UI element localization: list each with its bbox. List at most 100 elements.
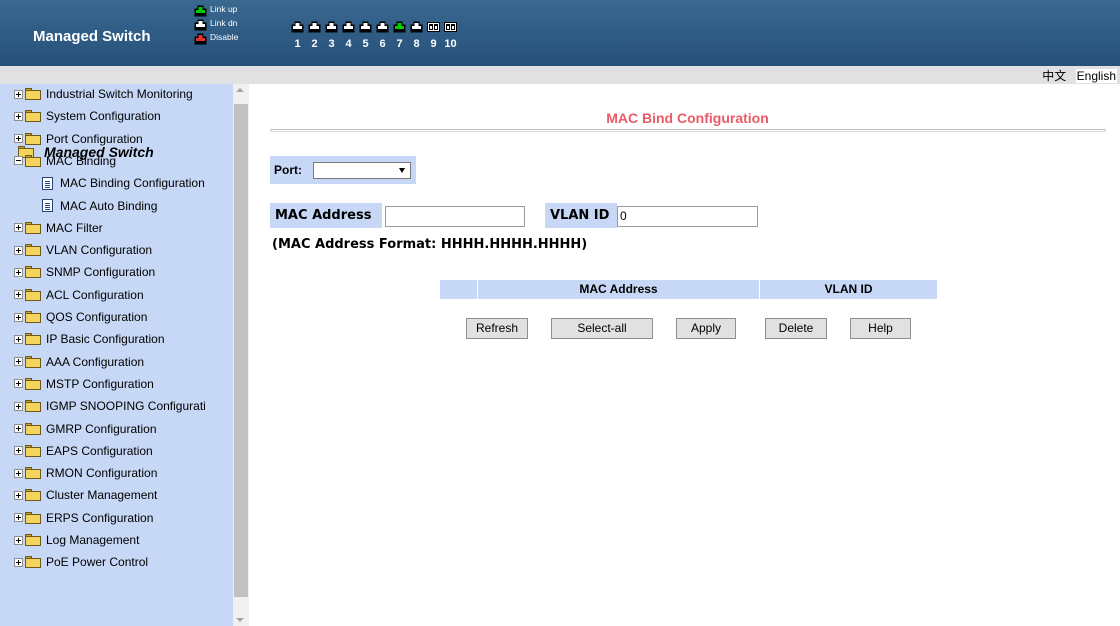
expand-icon[interactable]	[14, 379, 23, 389]
expand-icon[interactable]	[14, 490, 23, 500]
expand-icon[interactable]	[14, 401, 23, 411]
sidebar-item[interactable]: IP Basic Configuration	[14, 328, 165, 350]
port-6[interactable]: 6	[374, 20, 391, 50]
port-4[interactable]: 4	[340, 20, 357, 50]
table-header-vlan-id: VLAN ID	[824, 282, 873, 296]
sidebar-scrollbar[interactable]	[233, 84, 249, 626]
legend-link-dn: Link dn	[194, 16, 238, 30]
sidebar-item[interactable]: Industrial Switch Monitoring	[14, 84, 193, 105]
port-legend: Link up Link dn Disable	[194, 2, 238, 44]
port-1[interactable]: 1	[289, 20, 306, 50]
port-2[interactable]: 2	[306, 20, 323, 50]
select-all-button[interactable]: Select-all	[551, 318, 653, 339]
sidebar-item-label: Port Configuration	[46, 131, 143, 146]
port-select[interactable]	[313, 162, 411, 179]
sidebar-item[interactable]: SNMP Configuration	[14, 261, 155, 283]
port-link-up-icon	[194, 4, 207, 16]
folder-icon	[25, 534, 41, 546]
ethernet-port-icon	[342, 20, 355, 38]
expand-icon[interactable]	[14, 424, 23, 433]
language-english-link[interactable]: English	[1075, 69, 1117, 83]
sidebar-subitem[interactable]: MAC Binding Configuration	[38, 172, 205, 194]
mac-address-input[interactable]	[385, 206, 525, 227]
port-disabled-icon	[194, 32, 207, 44]
refresh-button[interactable]: Refresh	[466, 318, 528, 339]
sidebar-item[interactable]: EAPS Configuration	[14, 440, 153, 462]
sidebar-item-label: IP Basic Configuration	[46, 332, 165, 347]
ethernet-port-icon	[393, 20, 406, 38]
sidebar-item-label: AAA Configuration	[46, 354, 145, 369]
port-number-label: 7	[396, 38, 403, 50]
sidebar-item-label: ACL Configuration	[46, 287, 144, 302]
expand-icon[interactable]	[14, 357, 23, 367]
sidebar-item[interactable]: PoE Power Control	[14, 551, 148, 573]
expand-icon[interactable]	[14, 245, 23, 255]
port-10[interactable]: 10	[442, 20, 459, 50]
sidebar-item[interactable]: Cluster Management	[14, 484, 157, 506]
legend-link-up-label: Link up	[210, 4, 238, 14]
folder-icon	[25, 132, 41, 145]
port-number-label: 6	[379, 38, 386, 50]
collapse-icon[interactable]	[14, 156, 23, 166]
app-title: Managed Switch	[33, 28, 151, 45]
sidebar-item[interactable]: IGMP SNOOPING Configurati	[14, 395, 206, 417]
mac-address-label: MAC Address	[275, 208, 372, 223]
port-8[interactable]: 8	[408, 20, 425, 50]
page-title: MAC Bind Configuration	[606, 110, 769, 126]
sidebar-item[interactable]: AAA Configuration	[14, 351, 144, 373]
expand-icon[interactable]	[14, 267, 23, 277]
expand-icon[interactable]	[14, 334, 23, 344]
delete-button[interactable]: Delete	[765, 318, 827, 339]
port-number-label: 4	[345, 38, 352, 50]
legend-disable: Disable	[194, 30, 238, 44]
port-5[interactable]: 5	[357, 20, 374, 50]
sidebar-item[interactable]: GMRP Configuration	[14, 418, 157, 440]
expand-icon[interactable]	[14, 513, 23, 523]
mac-binding-table-header: MAC Address VLAN ID	[440, 280, 937, 299]
legend-link-dn-label: Link dn	[210, 18, 238, 28]
folder-icon	[25, 422, 41, 435]
sidebar-item[interactable]: MAC Binding	[14, 150, 116, 172]
language-chinese-link[interactable]: 中文	[1042, 69, 1066, 83]
vlan-id-input[interactable]: 0	[617, 206, 758, 227]
sidebar-item[interactable]: MAC Filter	[14, 217, 103, 239]
sidebar-item[interactable]: Log Management	[14, 529, 139, 551]
sidebar-item[interactable]: QOS Configuration	[14, 306, 147, 328]
sidebar-item-label: MAC Binding	[46, 153, 117, 168]
apply-button[interactable]: Apply	[676, 318, 736, 339]
folder-icon	[25, 288, 41, 301]
sidebar-item[interactable]: MSTP Configuration	[14, 373, 154, 395]
sidebar-item-label: MAC Filter	[46, 220, 103, 235]
sidebar-item[interactable]: ERPS Configuration	[14, 507, 153, 529]
port-number-label: 3	[328, 38, 335, 50]
expand-icon[interactable]	[14, 290, 23, 300]
scroll-up-arrow-icon[interactable]	[236, 88, 244, 92]
sidebar-item[interactable]: VLAN Configuration	[14, 239, 152, 261]
port-9[interactable]: 9	[425, 20, 442, 50]
expand-icon[interactable]	[14, 223, 23, 233]
expand-icon[interactable]	[14, 557, 23, 567]
port-link-down-icon	[194, 18, 207, 30]
folder-icon	[25, 355, 41, 368]
sidebar-item-label: Log Management	[46, 533, 140, 547]
sidebar-item[interactable]: RMON Configuration	[14, 462, 157, 484]
port-number-label: 1	[294, 38, 301, 50]
expand-icon[interactable]	[14, 312, 23, 322]
port-3[interactable]: 3	[323, 20, 340, 50]
sidebar-item[interactable]: Port Configuration	[14, 128, 143, 150]
scrollbar-thumb[interactable]	[234, 104, 248, 597]
folder-icon	[25, 489, 41, 502]
table-header-mac-address: MAC Address	[478, 280, 760, 299]
folder-icon	[25, 221, 41, 234]
help-button[interactable]: Help	[850, 318, 911, 339]
expand-icon[interactable]	[14, 89, 23, 99]
expand-icon[interactable]	[14, 535, 23, 545]
expand-icon[interactable]	[14, 446, 23, 456]
scroll-down-arrow-icon[interactable]	[236, 618, 244, 622]
expand-icon[interactable]	[14, 134, 23, 144]
expand-icon[interactable]	[14, 468, 23, 478]
sidebar-item[interactable]: ACL Configuration	[14, 284, 144, 306]
sidebar-subitem[interactable]: MAC Auto Binding	[38, 195, 157, 217]
sidebar-item-label: PoE Power Control	[46, 555, 149, 570]
port-7[interactable]: 7	[391, 20, 408, 50]
